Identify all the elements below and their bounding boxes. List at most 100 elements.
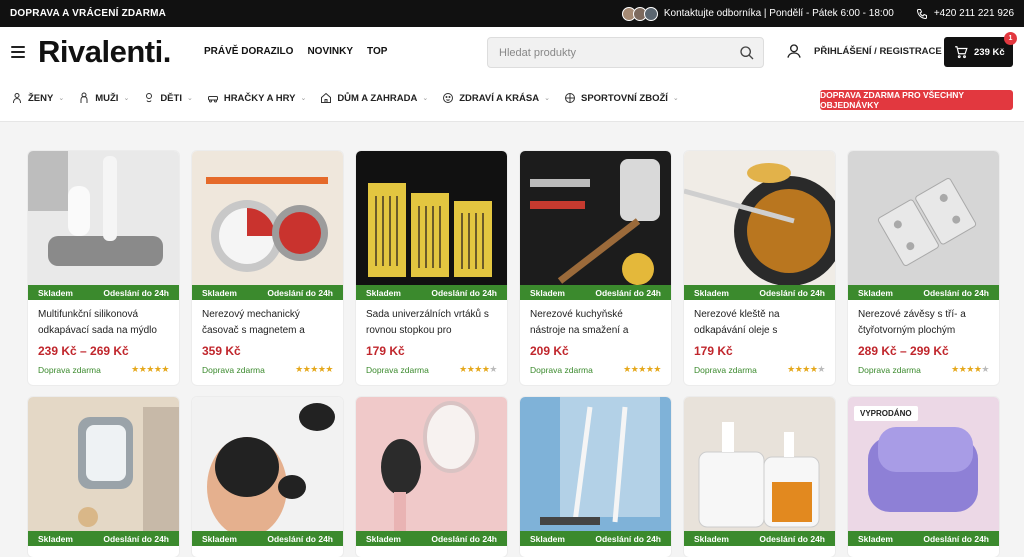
kitchen-timer-icon <box>192 151 343 285</box>
product-price: 179 Kč <box>694 344 733 358</box>
cart-button[interactable]: 239 Kč 1 <box>944 32 1017 67</box>
rating-stars: ★★★★★ <box>623 364 661 374</box>
dispatch-time: Odeslání do 24h <box>103 533 169 544</box>
rating-stars: ★★★★★ <box>131 364 169 374</box>
product-price: 179 Kč <box>366 344 405 358</box>
product-image[interactable] <box>192 151 343 285</box>
product-image[interactable] <box>356 151 507 285</box>
category-nav: ŽENY ⌄ MUŽI ⌄ DĚTI ⌄ HRAČKY A HRY ⌄ DŮM … <box>11 92 679 104</box>
product-card[interactable]: Skladem Odeslání do 24h Nerezový mechani… <box>192 151 343 385</box>
expert-avatars <box>621 6 658 21</box>
search-box <box>487 37 764 68</box>
category-5[interactable]: ZDRAVÍ A KRÁSA ⌄ <box>442 92 550 104</box>
product-card[interactable]: Skladem Odeslání do 24h Nerezové kuchyňs… <box>520 151 671 385</box>
dispatch-time: Odeslání do 24h <box>431 533 497 544</box>
man-icon <box>80 92 88 103</box>
product-card[interactable]: Skladem Odeslání do 24h Nerezové kleště … <box>684 151 835 385</box>
product-card[interactable]: Skladem Odeslání do 24h <box>192 397 343 557</box>
product-image[interactable] <box>28 151 179 285</box>
house-icon <box>321 92 332 103</box>
category-6[interactable]: SPORTOVNÍ ZBOŽÍ ⌄ <box>564 92 679 104</box>
cart-count-badge: 1 <box>1004 32 1017 45</box>
hair-brush-icon <box>356 397 507 531</box>
product-card[interactable]: VYPRODÁNO Skladem Odeslání do 24h <box>848 397 999 557</box>
product-title[interactable]: Nerezové kuchyňské nástroje na smažení a <box>520 300 671 342</box>
child-icon <box>146 93 153 103</box>
stock-status: Skladem <box>530 533 565 544</box>
soap-dispenser-icon <box>684 397 835 531</box>
product-price: 209 Kč <box>530 344 569 358</box>
product-image[interactable]: VYPRODÁNO <box>848 397 999 531</box>
category-4[interactable]: DŮM A ZAHRADA ⌄ <box>320 92 428 104</box>
category-label: HRAČKY A HRY <box>223 92 296 104</box>
phone-number[interactable]: +420 211 221 926 <box>934 8 1014 19</box>
product-grid: Skladem Odeslání do 24h Multifunkční sil… <box>28 151 999 557</box>
stock-bar: Skladem Odeslání do 24h <box>520 531 671 546</box>
category-bar: ŽENY ⌄ MUŽI ⌄ DĚTI ⌄ HRAČKY A HRY ⌄ DŮM … <box>0 77 1024 122</box>
chevron-down-icon: ⌄ <box>186 95 193 102</box>
search-icon[interactable] <box>739 45 755 61</box>
dispatch-time: Odeslání do 24h <box>267 287 333 298</box>
face-icon <box>443 93 454 103</box>
product-image[interactable] <box>848 151 999 285</box>
product-image[interactable] <box>356 397 507 531</box>
dispatch-time: Odeslání do 24h <box>759 287 825 298</box>
chevron-down-icon: ⌄ <box>422 95 429 102</box>
drill-bits-icon <box>356 151 507 285</box>
product-image[interactable] <box>684 151 835 285</box>
product-card[interactable]: Skladem Odeslání do 24h Nerezové závěsy … <box>848 151 999 385</box>
stock-bar: Skladem Odeslání do 24h <box>356 285 507 300</box>
category-3[interactable]: HRAČKY A HRY ⌄ <box>207 92 306 104</box>
stock-bar: Skladem Odeslání do 24h <box>684 285 835 300</box>
category-2[interactable]: DĚTI ⌄ <box>143 92 193 104</box>
product-card[interactable]: Skladem Odeslání do 24h <box>356 397 507 557</box>
product-title[interactable]: Multifunkční silikonová odkapávací sada … <box>28 300 179 342</box>
menu-icon[interactable] <box>11 46 25 58</box>
stock-status: Skladem <box>530 287 565 298</box>
product-image[interactable] <box>520 151 671 285</box>
user-icon[interactable] <box>786 43 802 59</box>
product-title[interactable]: Sada univerzálních vrtáků s rovnou stopk… <box>356 300 507 342</box>
product-card[interactable]: Skladem Odeslání do 24h <box>520 397 671 557</box>
product-card[interactable]: Skladem Odeslání do 24h <box>28 397 179 557</box>
product-image[interactable] <box>684 397 835 531</box>
chevron-down-icon: ⌄ <box>672 95 679 102</box>
rating-stars: ★★★★★ <box>787 364 825 374</box>
nav-item-novinky[interactable]: NOVINKY <box>307 46 353 57</box>
phone-icon <box>916 8 927 19</box>
product-card[interactable]: Skladem Odeslání do 24h Multifunkční sil… <box>28 151 179 385</box>
dispatch-time: Odeslání do 24h <box>759 533 825 544</box>
dispatch-time: Odeslání do 24h <box>595 287 661 298</box>
free-shipping-button[interactable]: DOPRAVA ZDARMA PRO VŠECHNY OBJEDNÁVKY <box>820 90 1013 110</box>
logo[interactable]: Rivalenti. <box>38 34 171 70</box>
cart-icon <box>955 46 968 59</box>
product-image[interactable] <box>520 397 671 531</box>
mirror-icon <box>28 397 179 531</box>
nav-item-new-arrivals[interactable]: PRÁVĚ DORAZILO <box>204 46 293 57</box>
stock-status: Skladem <box>202 533 237 544</box>
product-image[interactable] <box>192 397 343 531</box>
search-input[interactable] <box>488 38 728 67</box>
product-title[interactable]: Nerezové kleště na odkapávání oleje s <box>684 300 835 342</box>
ball-icon <box>564 93 575 103</box>
stock-bar: Skladem Odeslání do 24h <box>684 531 835 546</box>
product-image[interactable] <box>28 397 179 531</box>
product-title[interactable]: Nerezové závěsy s tří- a čtyřotvorným pl… <box>848 300 999 342</box>
product-title[interactable]: Nerezový mechanický časovač s magnetem a <box>192 300 343 342</box>
login-register-link[interactable]: PŘIHLÁŠENÍ / REGISTRACE <box>814 46 942 57</box>
category-label: MUŽI <box>95 92 119 104</box>
free-shipping-label: Doprava zdarma <box>694 364 757 375</box>
product-card[interactable]: Skladem Odeslání do 24h Sada univerzální… <box>356 151 507 385</box>
category-1[interactable]: MUŽI ⌄ <box>78 92 129 104</box>
stock-bar: Skladem Odeslání do 24h <box>192 531 343 546</box>
sold-out-badge: VYPRODÁNO <box>854 406 918 421</box>
category-0[interactable]: ŽENY ⌄ <box>11 92 64 104</box>
product-card[interactable]: Skladem Odeslání do 24h <box>684 397 835 557</box>
stock-bar: Skladem Odeslání do 24h <box>520 285 671 300</box>
contact-text[interactable]: Kontaktujte odborníka | Pondělí - Pátek … <box>664 8 894 19</box>
spatula-icon <box>520 151 671 285</box>
stock-status: Skladem <box>366 533 401 544</box>
top-bar: DOPRAVA A VRÁCENÍ ZDARMA Kontaktujte odb… <box>0 0 1024 27</box>
dispatch-time: Odeslání do 24h <box>431 287 497 298</box>
nav-item-top[interactable]: TOP <box>367 46 387 57</box>
